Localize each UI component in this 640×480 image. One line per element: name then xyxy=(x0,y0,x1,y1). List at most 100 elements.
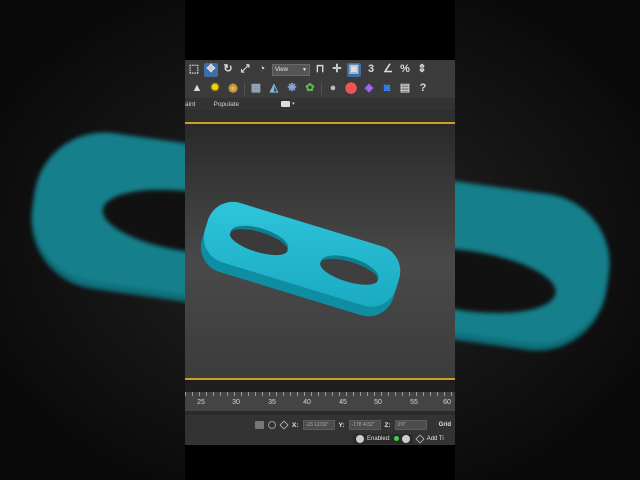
ruler-label: 30 xyxy=(232,399,240,406)
enabled-label: Enabled: xyxy=(367,435,391,442)
ruler-tick xyxy=(388,392,389,396)
reference-coordinate-select[interactable]: View ▼ xyxy=(272,63,310,76)
status-bar: X: -23 12/32" Y: -178 4/32" Z: 0'0" Grid… xyxy=(185,415,455,445)
render-icon[interactable]: ◙ xyxy=(380,82,394,96)
y-coordinate-field[interactable]: -178 4/32" xyxy=(348,420,381,430)
ruler-tick xyxy=(367,392,368,396)
pivot-icon[interactable]: ⊓ xyxy=(313,63,327,77)
x-label: X: xyxy=(292,421,299,429)
ruler-tick xyxy=(220,392,221,396)
ruler-label: 60 xyxy=(443,399,451,406)
ribbon-toggle-icon[interactable] xyxy=(281,101,291,107)
ruler-label: 45 xyxy=(339,399,347,406)
time-slider[interactable] xyxy=(185,380,455,392)
spinner-snap-icon[interactable]: ⇕ xyxy=(415,63,429,77)
ruler-tick xyxy=(262,392,263,396)
particle-icon[interactable]: ❋ xyxy=(285,82,299,96)
perspective-viewport[interactable] xyxy=(185,124,455,378)
scale-icon[interactable]: ⤢ xyxy=(238,63,252,77)
ruler-tick xyxy=(255,392,256,396)
adaptive-degradation-bar: Enabled: Add Ti xyxy=(353,433,444,444)
ruler-tick xyxy=(234,392,235,396)
selection-lock-icon[interactable] xyxy=(255,421,264,429)
ruler-label: 40 xyxy=(303,399,311,406)
time-tag-icon xyxy=(415,433,425,444)
tab-populate[interactable]: Populate xyxy=(213,101,239,108)
help-icon[interactable]: ? xyxy=(416,82,430,96)
ruler-tick xyxy=(248,392,249,396)
percent-snap-icon[interactable]: % xyxy=(398,63,412,77)
transform-gizmo-icon[interactable]: ✛ xyxy=(330,63,344,77)
divider xyxy=(321,82,322,95)
ruler-tick xyxy=(206,392,207,396)
ruler-label: 25 xyxy=(197,399,205,406)
ruler-tick xyxy=(297,392,298,396)
ruler-tick xyxy=(416,392,417,396)
ruler-tick xyxy=(374,392,375,396)
ruler-tick xyxy=(304,392,305,396)
cone-icon[interactable]: ▲ xyxy=(190,82,204,96)
paint-icon[interactable]: ◭ xyxy=(267,82,281,96)
chevron-down-icon: ▼ xyxy=(302,66,307,73)
timeline-ruler[interactable]: 25 30 35 40 45 50 55 60 xyxy=(185,392,455,411)
render-frame-icon[interactable]: ◈ xyxy=(362,82,376,96)
snap-3-icon[interactable]: 3 xyxy=(364,63,378,77)
ruler-tick xyxy=(381,392,382,396)
isolate-icon[interactable] xyxy=(268,421,276,429)
view-select-value: View xyxy=(275,66,288,73)
modifier-icon[interactable]: ✿ xyxy=(303,82,317,96)
ruler-tick xyxy=(185,392,186,396)
absolute-mode-icon[interactable] xyxy=(279,420,289,430)
ruler-tick xyxy=(444,392,445,396)
3dsmax-window: ⬚ ✥ ↻ ⤢ ◔ View ▼ ⊓ ✛ ▣ 3 ∠ % ⇕ ▲ ✹ ◉ ▦ ◭… xyxy=(185,0,455,480)
letterbox-bottom xyxy=(185,445,455,480)
grid-helper-icon[interactable]: ▦ xyxy=(249,82,263,96)
ruler-tick xyxy=(213,392,214,396)
render-setup-icon[interactable]: ● xyxy=(326,82,340,96)
ruler-tick xyxy=(339,392,340,396)
add-time-tag-button[interactable]: Add Ti xyxy=(427,436,444,442)
ruler-tick xyxy=(199,392,200,396)
tab-freeform-paint[interactable]: aint xyxy=(185,101,195,108)
ruler-label: 55 xyxy=(410,399,418,406)
ruler-tick xyxy=(395,392,396,396)
ruler-tick xyxy=(332,392,333,396)
paint-select-icon[interactable]: ◔ xyxy=(255,63,269,77)
ruler-ticks xyxy=(185,392,455,398)
ruler-tick xyxy=(290,392,291,396)
status-dot-icon xyxy=(393,436,399,441)
adaptive-icon xyxy=(356,434,364,443)
ruler-tick xyxy=(311,392,312,396)
rotate-icon[interactable]: ↻ xyxy=(221,63,235,77)
ruler-tick xyxy=(451,392,452,396)
ruler-tick xyxy=(269,392,270,396)
light-icon[interactable]: ✹ xyxy=(208,82,222,96)
material-editor-icon[interactable]: ⬤ xyxy=(344,82,358,96)
ruler-label: 35 xyxy=(268,399,276,406)
enabled-toggle[interactable]: Enabled: xyxy=(353,433,413,444)
ribbon-panel xyxy=(185,110,455,122)
ruler-tick xyxy=(360,392,361,396)
ruler-tick xyxy=(241,392,242,396)
ruler-tick xyxy=(325,392,326,396)
ruler-tick xyxy=(353,392,354,396)
main-toolbar: ⬚ ✥ ↻ ⤢ ◔ View ▼ ⊓ ✛ ▣ 3 ∠ % ⇕ xyxy=(185,60,455,79)
chevron-down-icon[interactable]: ▾ xyxy=(292,101,295,107)
ribbon-tabs: aint Populate ▾ xyxy=(185,98,455,110)
ruler-tick xyxy=(192,392,193,396)
y-label: Y: xyxy=(338,421,345,429)
collapse-icon[interactable]: ▤ xyxy=(398,82,412,96)
move-icon[interactable]: ✥ xyxy=(204,62,218,77)
x-coordinate-field[interactable]: -23 12/32" xyxy=(302,420,335,430)
camera-icon[interactable]: ◉ xyxy=(226,82,240,96)
z-coordinate-field[interactable]: 0'0" xyxy=(394,420,427,430)
angle-snap-icon[interactable]: ∠ xyxy=(381,63,395,77)
plate-with-two-holes-model[interactable] xyxy=(185,124,455,378)
selection-filter-icon[interactable]: ▣ xyxy=(347,62,361,77)
ruler-tick xyxy=(346,392,347,396)
select-region-icon[interactable]: ⬚ xyxy=(187,63,201,77)
ruler-tick xyxy=(409,392,410,396)
ruler-tick xyxy=(437,392,438,396)
settings-circle-icon[interactable] xyxy=(401,434,410,443)
ruler-tick xyxy=(430,392,431,396)
